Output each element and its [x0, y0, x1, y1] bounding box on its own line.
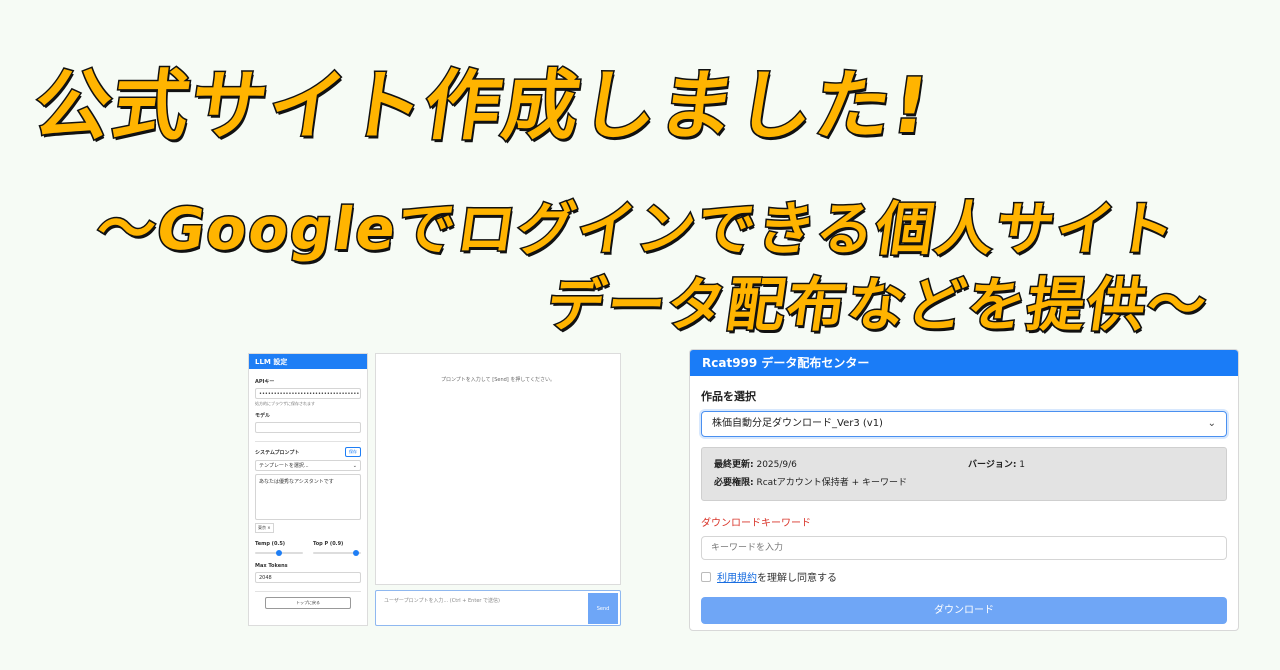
chevron-down-icon: ⌄ — [352, 462, 357, 469]
terms-checkbox[interactable] — [701, 571, 711, 582]
send-button[interactable]: Send — [588, 593, 618, 624]
api-key-note: 処方的にブラウザに保存されます — [255, 401, 315, 406]
keyword-input[interactable]: キーワードを入力 — [701, 536, 1227, 560]
last-updated-value: 2025/9/6 — [756, 460, 797, 470]
save-prompt-button[interactable]: 保存 — [345, 447, 361, 457]
api-key-label: APIキー — [255, 379, 275, 385]
template-select[interactable]: テンプレートを選択... ⌄ — [255, 460, 361, 471]
work-info-box: 最終更新: 2025/9/6 バージョン: 1 必要権限: Rcatアカウント保… — [701, 447, 1227, 501]
prompt-input-placeholder: ユーザープロンプトを入力... (Ctrl + Enter で送信) — [384, 598, 500, 604]
top-p-slider-group: Top P (0.9) — [313, 541, 361, 556]
divider — [255, 591, 361, 592]
llm-settings-title: LLM 設定 — [249, 354, 367, 369]
required-permission-label: 必要権限: — [714, 478, 754, 488]
close-icon[interactable]: × — [267, 525, 270, 530]
required-permission-value: Rcatアカウント保持者 + キーワード — [756, 478, 907, 488]
divider — [255, 441, 361, 442]
version-value: 1 — [1019, 460, 1026, 470]
temp-slider-group: Temp (0.5) — [255, 541, 303, 556]
version-label: バージョン: — [968, 460, 1017, 470]
system-prompt-label: システムプロンプト — [255, 449, 300, 456]
required-permission: 必要権限: Rcatアカウント保持者 + キーワード — [714, 474, 1214, 492]
download-center-title: Rcat999 データ配布センター — [690, 350, 1238, 376]
chat-output-panel: プロンプトを入力して [Send] を押してください。 — [375, 353, 621, 585]
last-updated: 最終更新: 2025/9/6 — [714, 456, 1214, 474]
temp-label: Temp (0.5) — [255, 541, 286, 547]
temp-slider-thumb[interactable] — [276, 550, 282, 556]
terms-agreement: 利用規約 を理解し同意する — [701, 569, 1227, 584]
prompt-chip[interactable]: 東京 × — [255, 523, 274, 533]
last-updated-label: 最終更新: — [714, 460, 754, 470]
work-select-label: 作品を選択 — [701, 390, 756, 403]
top-p-slider[interactable] — [313, 550, 361, 556]
headline-line-3: データ配布などを提供〜 — [541, 270, 1214, 341]
top-p-label: Top P (0.9) — [313, 541, 344, 547]
terms-link[interactable]: 利用規約 — [717, 569, 757, 584]
max-tokens-input[interactable]: 2048 — [255, 572, 361, 583]
api-key-input[interactable]: ••••••••••••••••••••••••••••••••••••••••… — [255, 388, 361, 399]
terms-suffix: を理解し同意する — [757, 573, 837, 584]
model-input[interactable] — [255, 422, 361, 433]
work-select[interactable]: 株価自動分足ダウンロード_Ver3 (v1) ⌄ — [701, 411, 1227, 437]
headline-line-1: 公式サイト作成しました! — [27, 60, 937, 152]
llm-settings-sidebar: LLM 設定 APIキー •••••••••••••••••••••••••••… — [248, 353, 368, 626]
download-button[interactable]: ダウンロード — [701, 597, 1227, 624]
max-tokens-label: Max Tokens — [255, 563, 288, 569]
back-to-top-button[interactable]: トップに戻る — [265, 597, 351, 609]
keyword-label: ダウンロードキーワード — [701, 518, 811, 529]
prompt-chip-label: 東京 — [258, 525, 266, 530]
template-select-value: テンプレートを選択... — [259, 463, 309, 469]
system-prompt-textarea[interactable]: あなたは優秀なアシスタントです — [255, 474, 361, 520]
chat-hint: プロンプトを入力して [Send] を押してください。 — [440, 377, 556, 383]
model-label: モデル — [255, 413, 271, 419]
chevron-down-icon: ⌄ — [1207, 418, 1216, 429]
version: バージョン: 1 — [968, 456, 1025, 474]
headline-line-2: 〜Googleでログインできる個人サイト — [91, 194, 1182, 265]
download-center-card: Rcat999 データ配布センター 作品を選択 株価自動分足ダウンロード_Ver… — [689, 349, 1239, 631]
prompt-input[interactable]: ユーザープロンプトを入力... (Ctrl + Enter で送信) Send — [375, 590, 621, 626]
work-select-value: 株価自動分足ダウンロード_Ver3 (v1) — [712, 418, 883, 429]
top-p-slider-thumb[interactable] — [353, 550, 359, 556]
temp-slider[interactable] — [255, 550, 303, 556]
